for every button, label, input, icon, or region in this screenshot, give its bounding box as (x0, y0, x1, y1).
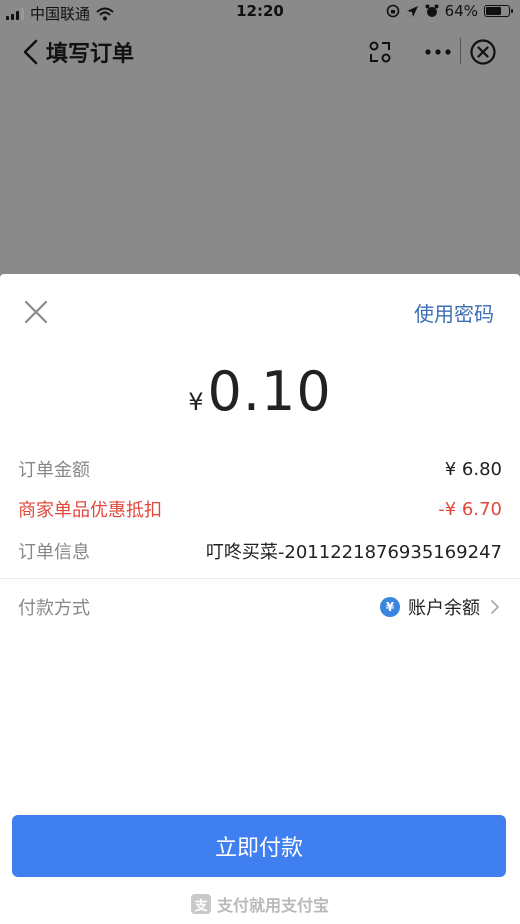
back-icon[interactable] (20, 38, 44, 66)
scan-icon[interactable] (368, 40, 392, 64)
detail-label: 订单金额 (18, 460, 90, 481)
detail-label: 订单信息 (18, 542, 90, 563)
nav-bar: 填写订单 (0, 26, 520, 76)
footer-text: 支付就用支付宝 (216, 896, 329, 915)
status-bar: 中国联通 12:20 64% (0, 0, 520, 24)
status-right: 64% (386, 2, 513, 20)
payment-amount: ¥0.10 (0, 360, 520, 423)
detail-row-discount: 商家单品优惠抵扣 -¥ 6.70 (18, 496, 502, 522)
close-icon[interactable] (22, 298, 50, 326)
currency-symbol: ¥ (188, 388, 204, 416)
location-icon (406, 5, 418, 17)
nav-divider (460, 38, 461, 64)
lock-rotation-icon (386, 4, 399, 18)
detail-value: ¥ 6.80 (444, 458, 502, 480)
payment-method-row[interactable]: 付款方式 ¥ 账户余额 (18, 594, 502, 620)
detail-row-order-info: 订单信息 叮咚买菜-2011221876935169247 (18, 538, 502, 564)
use-password-link[interactable]: 使用密码 (414, 298, 494, 327)
more-icon[interactable] (424, 40, 452, 64)
close-miniprogram-icon[interactable] (469, 38, 497, 66)
detail-row-order-amount: 订单金额 ¥ 6.80 (18, 456, 502, 482)
divider (0, 578, 520, 579)
detail-label: 商家单品优惠抵扣 (18, 500, 162, 521)
battery-icon (484, 5, 513, 17)
payment-method-selector[interactable]: ¥ 账户余额 (380, 594, 502, 620)
balance-icon: ¥ (380, 597, 400, 617)
payment-sheet: 使用密码 ¥0.10 订单金额 ¥ 6.80 商家单品优惠抵扣 -¥ 6.70 … (0, 274, 520, 924)
footer-slogan: 支 支付就用支付宝 (0, 892, 520, 916)
pay-now-button[interactable]: 立即付款 (12, 815, 506, 877)
battery-percent: 64% (444, 2, 478, 20)
chevron-right-icon (491, 600, 499, 614)
detail-value: 叮咚买菜-2011221876935169247 (205, 542, 502, 563)
detail-value: -¥ 6.70 (438, 498, 502, 520)
alipay-logo-icon: 支 (190, 894, 211, 914)
payment-method-label: 付款方式 (18, 598, 90, 619)
payment-method-value: 账户余额 (408, 598, 480, 619)
page-title: 填写订单 (46, 42, 135, 67)
amount-value: 0.10 (207, 360, 332, 423)
alarm-icon (425, 4, 439, 17)
